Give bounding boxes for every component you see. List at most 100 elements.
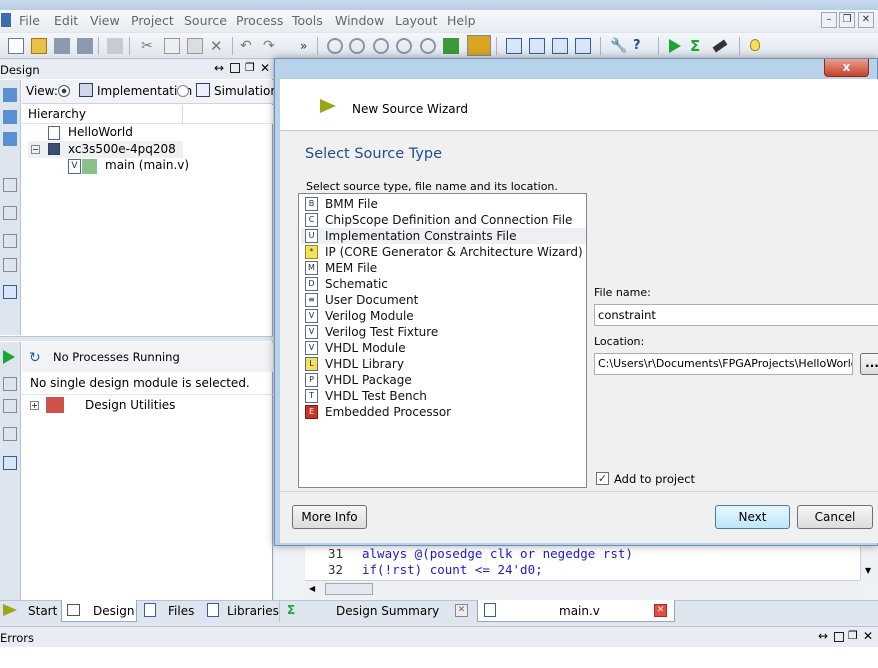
toolbar-overflow-icon[interactable]: »	[300, 38, 316, 54]
redo-icon[interactable]: ↷	[263, 38, 279, 54]
mdi-close-button[interactable]: ✕	[858, 12, 874, 28]
save-icon[interactable]	[54, 38, 70, 54]
menu-view[interactable]: View	[90, 13, 120, 28]
panel-restore-icon[interactable]: ❐	[848, 629, 858, 642]
panel-float-icon[interactable]: ↔	[214, 61, 224, 75]
hierarchy-item-project[interactable]: HelloWorld	[44, 125, 244, 141]
zoom-in-icon[interactable]	[327, 38, 343, 54]
menu-help[interactable]: Help	[447, 13, 476, 28]
scroll-thumb[interactable]	[325, 583, 373, 595]
copy-icon[interactable]	[164, 38, 180, 54]
app-menu-icon[interactable]	[1, 13, 11, 27]
module-view-icon[interactable]	[3, 234, 17, 248]
run-icon[interactable]	[669, 39, 681, 53]
add-copy-icon[interactable]	[3, 110, 17, 124]
code-text[interactable]: if(!rst) count <= 24'd0;	[362, 562, 543, 577]
source-type-list[interactable]: B BMM File C ChipScope Definition and Conne…	[298, 193, 587, 488]
sigma-icon[interactable]: Σ	[690, 38, 706, 54]
cut-icon[interactable]: ✂	[141, 38, 157, 54]
panel-maximize-icon[interactable]	[230, 63, 240, 73]
source-type-item[interactable]: M MEM File	[301, 260, 586, 276]
source-type-item[interactable]: C ChipScope Definition and Connection Fil…	[301, 212, 586, 228]
menu-layout[interactable]: Layout	[395, 13, 438, 28]
hierarchy-expand-icon[interactable]	[3, 178, 17, 192]
add-source-icon[interactable]	[3, 88, 17, 102]
zoom-out-icon[interactable]	[349, 38, 365, 54]
run-process-icon[interactable]	[3, 350, 15, 364]
tab-design-summary[interactable]: Σ Design Summary ✕	[279, 600, 475, 622]
code-text[interactable]: always @(posedge clk or negedge rst)	[362, 546, 633, 561]
process-item-design-utilities[interactable]: + Design Utilities	[28, 397, 228, 415]
cancel-button[interactable]: Cancel	[797, 505, 873, 529]
dialog-close-button[interactable]: x	[824, 59, 869, 77]
simulation-radio[interactable]	[177, 85, 189, 97]
location-field[interactable]: C:\Users\r\Documents\FPGAProjects\HelloW…	[594, 353, 853, 375]
menu-tools[interactable]: Tools	[292, 13, 323, 28]
simulation-label[interactable]: Simulation	[214, 84, 278, 98]
source-type-item[interactable]: V Verilog Module	[301, 308, 586, 324]
source-type-item[interactable]: ≡ User Document	[301, 292, 586, 308]
hierarchy-item-device[interactable]: − xc3s500e-4pq208	[28, 141, 183, 158]
menu-edit[interactable]: Edit	[54, 13, 78, 28]
scroll-down-icon[interactable]: ▼	[865, 566, 871, 575]
mdi-restore-button[interactable]: ❐	[839, 12, 855, 28]
source-type-item[interactable]: V VHDL Module	[301, 340, 586, 356]
telescope-icon[interactable]	[712, 39, 728, 53]
expand-icon[interactable]: +	[30, 401, 39, 410]
next-button[interactable]: Next	[715, 505, 790, 529]
window-layout-icon[interactable]	[575, 38, 591, 54]
mdi-minimize-button[interactable]: –	[821, 12, 837, 28]
print-icon[interactable]	[107, 38, 123, 54]
hierarchy-collapse-icon[interactable]	[3, 206, 17, 220]
menu-window[interactable]: Window	[335, 13, 384, 28]
tile-vertical-icon[interactable]	[552, 38, 568, 54]
stop-icon[interactable]	[3, 427, 17, 441]
panel-maximize-icon[interactable]	[834, 632, 844, 642]
tab-files[interactable]: Files	[140, 600, 202, 622]
source-type-item[interactable]: V Verilog Test Fixture	[301, 324, 586, 340]
rerun-all-icon[interactable]	[3, 399, 17, 413]
menu-process[interactable]: Process	[236, 13, 283, 28]
collapse-icon[interactable]: −	[31, 145, 40, 154]
source-type-item[interactable]: D Schematic	[301, 276, 586, 292]
tab-main-v[interactable]: main.v ✕	[477, 600, 675, 622]
source-type-item[interactable]: U Implementation Constraints File	[301, 228, 586, 244]
process-layout-icon[interactable]	[3, 456, 17, 470]
source-type-item[interactable]: E Embedded Processor	[301, 404, 586, 420]
source-type-item[interactable]: B BMM File	[301, 196, 586, 212]
browse-button[interactable]: ...	[860, 353, 878, 375]
menu-source[interactable]: Source	[184, 13, 227, 28]
tab-design[interactable]: Design	[61, 600, 137, 622]
new-source-icon[interactable]	[3, 132, 17, 146]
source-type-item[interactable]: P VHDL Package	[301, 372, 586, 388]
add-to-project-label[interactable]: Add to project	[614, 472, 695, 486]
vertical-scrollbar[interactable]: ▼	[860, 540, 876, 580]
highlight-tool-icon[interactable]	[467, 35, 491, 56]
open-folder-icon[interactable]	[31, 38, 47, 54]
delete-icon[interactable]: ✕	[210, 38, 226, 54]
menu-project[interactable]: Project	[131, 13, 174, 28]
panel-float-icon[interactable]: ↔	[818, 629, 828, 643]
source-type-item[interactable]: T VHDL Test Bench	[301, 388, 586, 404]
source-type-item[interactable]: L VHDL Library	[301, 356, 586, 372]
save-all-icon[interactable]	[77, 38, 93, 54]
panel-close-icon[interactable]: ✕	[260, 61, 270, 75]
source-type-item[interactable]: * IP (CORE Generator & Architecture Wizar…	[301, 244, 586, 260]
panel-close-icon[interactable]: ✕	[863, 629, 873, 643]
implementation-radio[interactable]	[58, 85, 70, 97]
hierarchy-item-module[interactable]: V main (main.v)	[68, 158, 248, 174]
undo-icon[interactable]: ↶	[240, 38, 256, 54]
tab-start[interactable]: Start	[0, 600, 60, 622]
add-to-project-checkbox[interactable]: ✓	[596, 472, 609, 485]
horizontal-scrollbar[interactable]: ◀	[305, 580, 860, 597]
cascade-windows-icon[interactable]	[506, 38, 522, 54]
paste-icon[interactable]	[187, 38, 203, 54]
tab-close-icon[interactable]: ✕	[455, 604, 468, 617]
rerun-icon[interactable]	[3, 377, 17, 391]
tab-libraries[interactable]: Libraries	[203, 600, 279, 622]
zoom-fit-icon[interactable]	[396, 38, 412, 54]
zoom-selection-icon[interactable]	[420, 38, 436, 54]
tile-horizontal-icon[interactable]	[529, 38, 545, 54]
scroll-left-icon[interactable]: ◀	[309, 584, 315, 593]
settings-wrench-icon[interactable]: 🔧	[610, 38, 627, 54]
